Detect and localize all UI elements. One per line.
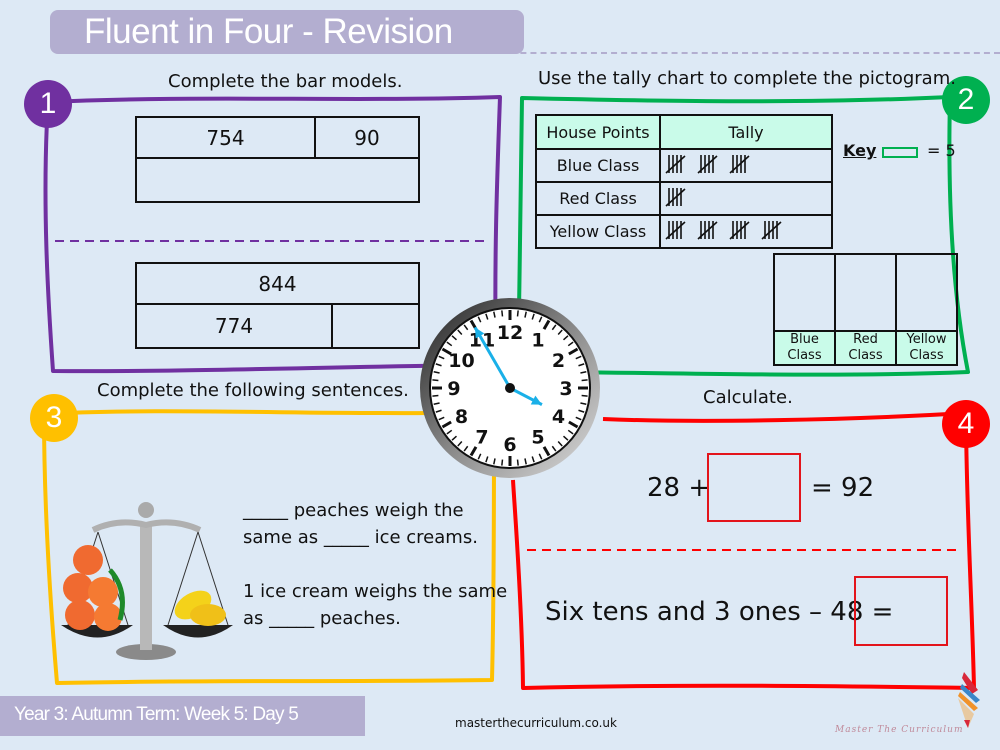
q1-instruction: Complete the bar models. [168,71,403,92]
pictogram-column-answer[interactable] [895,253,958,332]
clock-number: 7 [475,426,488,448]
clock-number: 9 [447,378,460,400]
bar-part: 754 [135,116,316,159]
tally-row-label: Red Class [535,181,661,216]
bar-whole-answer[interactable] [135,157,420,203]
tally-row: Yellow Class [535,214,833,249]
brand-name: Master The Curriculum [835,725,964,735]
pictogram-label: Yellow Class [895,330,958,366]
tally-marks-icon [665,220,782,240]
key-value: = 5 [927,141,956,160]
clock-tick [501,310,504,317]
page-title: Fluent in Four - Revision [84,12,453,51]
clock-number: 10 [448,350,474,372]
clock-center [505,383,515,393]
term-label: Year 3: Autumn Term: Week 5: Day 5 [14,704,299,725]
tally-header: Tally [659,114,833,150]
calc-2-left: Six tens and 3 ones – 48 = [545,597,894,627]
pictogram-column-answer[interactable] [773,253,836,332]
q4-instruction: Calculate. [703,387,793,408]
tally-chart: House Points Tally Blue Class Red Class … [535,114,833,249]
clock-number: 4 [552,406,565,428]
tally-row: Blue Class [535,148,833,183]
tally-marks [659,214,833,249]
clock-tick [432,394,439,397]
tally-marks [659,181,833,216]
clock-tick [581,394,588,397]
q3-instruction: Complete the following sentences. [97,380,409,401]
q2-instruction: Use the tally chart to complete the pict… [538,68,956,89]
q4-number-badge: 4 [942,400,990,448]
tally-marks-icon [665,154,750,174]
clock-tick [432,379,439,382]
key-label: Key [843,141,877,160]
title-underline [470,52,1000,54]
pictogram-label: Red Class [834,330,897,366]
tally-row: Red Class [535,181,833,216]
tally-row-label: Yellow Class [535,214,661,249]
calc-1-right: = 92 [811,473,875,503]
clock-tick [516,310,519,317]
clock-number: 2 [552,350,565,372]
q1-number-badge: 1 [24,80,72,128]
clock-number: 5 [531,426,544,448]
bar-part: 774 [135,303,333,349]
pictogram-label: Blue Class [773,330,836,366]
calc-1-left: 28 + [647,473,711,503]
clock-tick [501,459,504,466]
website-link[interactable]: masterthecurriculum.co.uk [455,716,617,730]
clock-number: 3 [559,378,572,400]
clock-number: 8 [455,406,468,428]
sentence-1: _____ peaches weigh the same as _____ ic… [243,500,478,548]
bar-model-2: 844 774 [135,262,420,349]
clock-tick [516,459,519,466]
bar-part: 90 [314,116,420,159]
pictogram-column-answer[interactable] [834,253,897,332]
sentence-2: 1 ice cream weighs the same as _____ pea… [243,581,508,629]
bar-whole: 844 [135,262,420,305]
clock-tick [581,379,588,382]
tally-row-label: Blue Class [535,148,661,183]
key-symbol-icon [882,147,918,158]
pictogram: Blue Class Red Class Yellow Class [773,253,958,366]
balance-scale-image [61,502,233,660]
analog-clock: 121234567891011 [420,298,600,478]
pencil-logo-icon [958,672,980,728]
clock-number: 6 [503,434,516,456]
clock-number: 12 [497,322,523,344]
tally-marks-icon [665,187,686,207]
calc-1-answer-box[interactable] [707,453,801,522]
q3-number-badge: 3 [30,394,78,442]
bar-part-answer[interactable] [331,303,420,349]
bar-model-1: 754 90 [135,116,420,203]
tally-header: House Points [535,114,661,150]
calc-2-answer-box[interactable] [854,576,948,646]
tally-marks [659,148,833,183]
clock-number: 1 [531,330,544,352]
